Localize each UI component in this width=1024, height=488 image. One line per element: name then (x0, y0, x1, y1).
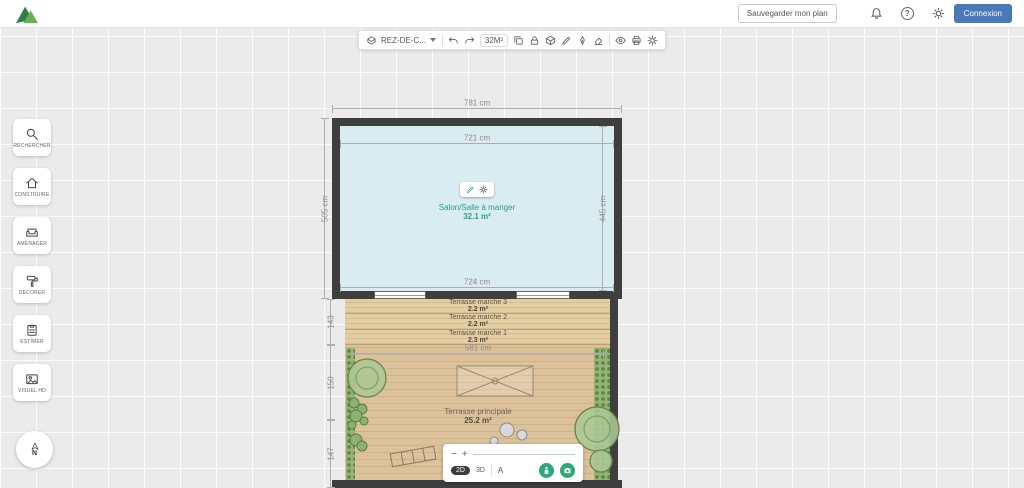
view-controls: − + 2D 3D A (443, 444, 583, 482)
duplicate-icon[interactable] (513, 35, 524, 46)
dimension-terrace-bottom-height: 147 (327, 420, 336, 488)
salon-label[interactable]: Salon/Salle à manger 32.1 m² (439, 203, 516, 221)
eraser-icon[interactable] (593, 35, 604, 46)
hedge-left[interactable] (346, 348, 355, 488)
hedge-right[interactable] (594, 348, 610, 488)
dimension-inner-height-right: 445 cm (599, 126, 608, 291)
save-plan-button[interactable]: Sauvegarder mon plan (737, 4, 837, 23)
terrace-step-3[interactable]: Terrasse marche 3 2.2 m² (345, 299, 611, 315)
terrace-step-2[interactable]: Terrasse marche 2 2.2 m² (345, 314, 611, 330)
terrace-step-area: 2.2 m² (467, 306, 489, 313)
walkthrough-button[interactable] (539, 462, 554, 478)
compass-north-label: N (31, 450, 38, 457)
person-icon (544, 466, 549, 474)
help-icon[interactable]: ? (900, 7, 914, 20)
dimension-terrace-mid-height: 150 (327, 345, 336, 420)
terrace-step-area: 2.2 m² (467, 321, 489, 329)
compass[interactable]: N (16, 431, 53, 468)
eye-icon[interactable] (615, 35, 626, 46)
sofa-icon (26, 228, 38, 237)
total-area-badge: 32M² (479, 33, 509, 47)
toolbar-settings-gear-icon[interactable] (647, 35, 658, 46)
sidebar-item-amenager[interactable]: AMÉNAGER (13, 217, 51, 254)
paint-roller-icon (26, 275, 38, 287)
clipboard-icon (27, 324, 37, 336)
mode-3d-button[interactable]: 3D (476, 467, 485, 474)
box-3d-icon[interactable] (545, 35, 556, 46)
zoom-slider[interactable] (472, 454, 575, 456)
chevron-down-icon (429, 38, 436, 42)
sidebar-item-estimer[interactable]: ESTIMER (13, 315, 51, 352)
sidebar-item-visuel-hd[interactable]: VISUEL HD (13, 364, 51, 401)
terrace-steps[interactable]: Terrasse marche 3 2.2 m² Terrasse marche… (345, 299, 611, 345)
wall-left[interactable] (332, 118, 340, 299)
room-settings-gear-icon[interactable] (479, 185, 488, 194)
camera-icon (564, 467, 571, 473)
top-bar: Sauvegarder mon plan ? Connexion (0, 0, 1024, 28)
text-tool-button[interactable]: A (498, 466, 503, 475)
floor-selector[interactable]: REZ-DE-C... (366, 34, 443, 46)
sidebar-item-construire[interactable]: CONSTRUIRE (13, 168, 51, 205)
dimension-outer-height-left: 505 cm (321, 118, 330, 299)
floor-cube-icon (367, 35, 376, 45)
dimension-inner-width-bottom: 724 cm (340, 278, 614, 292)
terrace-wall-right[interactable] (610, 299, 618, 488)
zoom-control: − + (451, 447, 575, 463)
redo-icon[interactable] (464, 35, 475, 46)
app-logo[interactable] (12, 3, 42, 25)
sidebar-item-rechercher[interactable]: RECHERCHER (13, 119, 51, 156)
window[interactable] (374, 291, 426, 299)
house-icon (26, 177, 38, 188)
wall-top[interactable] (332, 118, 622, 126)
terrace-main-label[interactable]: Terrasse principale 25.2 m² (444, 407, 511, 425)
wall-right[interactable] (614, 118, 622, 299)
sidebar-item-decorer[interactable]: DÉCORER (13, 266, 51, 303)
pencil-icon[interactable] (561, 35, 572, 46)
room-tools-popover[interactable] (460, 182, 494, 197)
mode-2d-button[interactable]: 2D (451, 465, 470, 475)
settings-gear-icon[interactable] (932, 7, 945, 20)
dimension-terrace-steps-height: 143 (327, 299, 336, 345)
undo-icon[interactable] (448, 35, 459, 46)
dimension-terrace-width: 581 cm (352, 344, 604, 358)
login-button[interactable]: Connexion (953, 4, 1012, 23)
search-icon (26, 128, 38, 140)
notifications-bell-icon[interactable] (870, 7, 883, 20)
terrace-step-1[interactable]: Terrasse marche 1 2.3 m² (345, 329, 611, 345)
window[interactable] (516, 291, 570, 299)
lock-icon[interactable] (529, 35, 540, 46)
zoom-out-button[interactable]: − (451, 449, 457, 460)
dimension-inner-width-top: 721 cm (340, 134, 614, 148)
printer-icon[interactable] (631, 35, 642, 46)
dimension-outer-width: 781 cm (332, 99, 622, 113)
pen-icon[interactable] (577, 35, 588, 46)
floor-selector-label: REZ-DE-C... (381, 35, 426, 45)
zoom-in-button[interactable]: + (462, 449, 468, 460)
photo-icon (26, 373, 38, 384)
plan-toolbar: REZ-DE-C... 32M² (358, 30, 667, 50)
edit-pencil-icon[interactable] (466, 185, 475, 194)
snapshot-button[interactable] (560, 462, 575, 478)
